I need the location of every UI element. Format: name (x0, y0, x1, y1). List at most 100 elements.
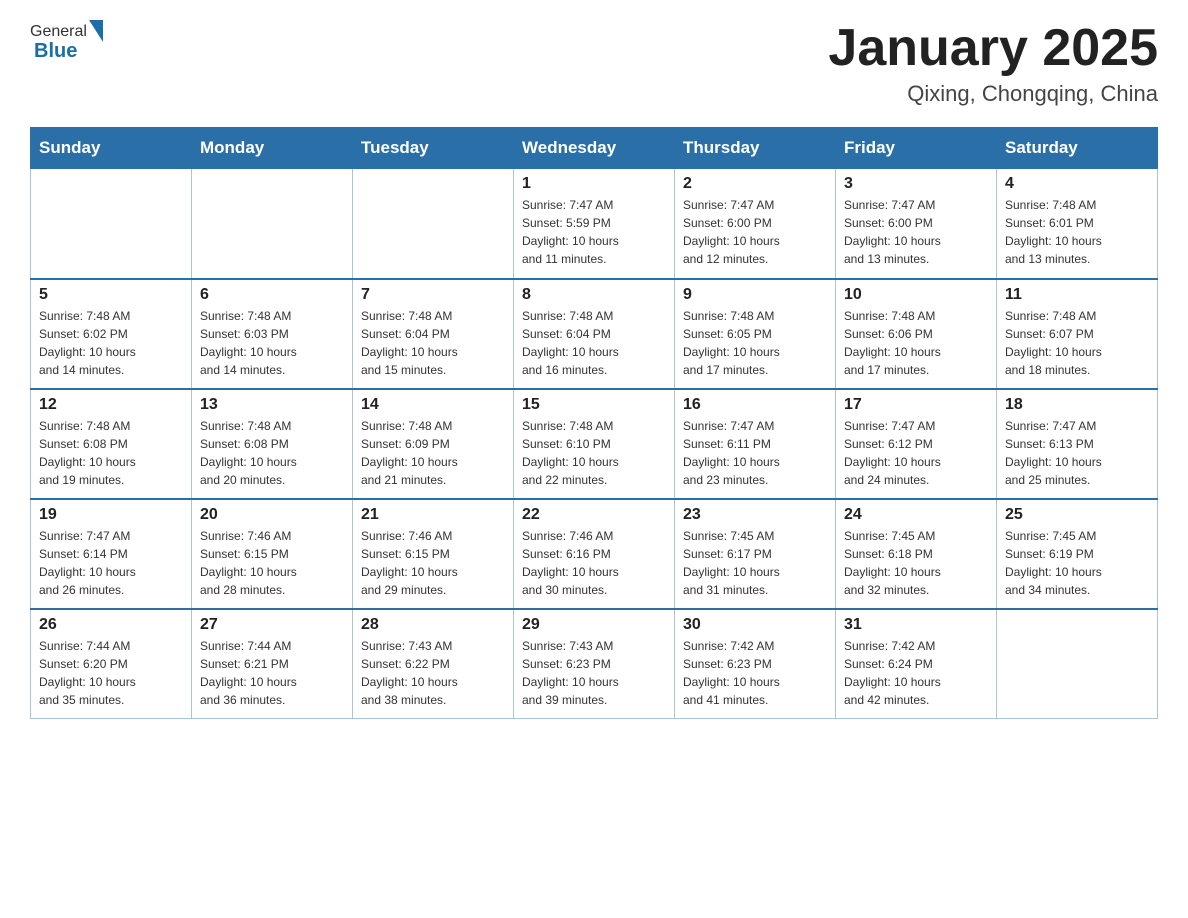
day-info: Sunrise: 7:45 AMSunset: 6:19 PMDaylight:… (1005, 527, 1149, 599)
day-info: Sunrise: 7:45 AMSunset: 6:17 PMDaylight:… (683, 527, 827, 599)
day-info: Sunrise: 7:48 AMSunset: 6:10 PMDaylight:… (522, 417, 666, 489)
day-number: 16 (683, 396, 827, 414)
calendar-cell (192, 169, 353, 279)
calendar-cell: 13 Sunrise: 7:48 AMSunset: 6:08 PMDayligh… (192, 389, 353, 499)
calendar-cell: 23 Sunrise: 7:45 AMSunset: 6:17 PMDayligh… (675, 499, 836, 609)
title-block: January 2025 Qixing, Chongqing, China (828, 20, 1158, 107)
day-number: 26 (39, 616, 183, 634)
calendar-cell (997, 609, 1158, 719)
day-of-week-header: Saturday (997, 128, 1158, 169)
day-number: 13 (200, 396, 344, 414)
day-number: 9 (683, 286, 827, 304)
day-info: Sunrise: 7:46 AMSunset: 6:16 PMDaylight:… (522, 527, 666, 599)
day-number: 25 (1005, 506, 1149, 524)
day-info: Sunrise: 7:48 AMSunset: 6:02 PMDaylight:… (39, 307, 183, 379)
calendar-cell: 9 Sunrise: 7:48 AMSunset: 6:05 PMDaylight… (675, 279, 836, 389)
calendar-cell: 26Sunrise: 7:44 AMSunset: 6:20 PMDayligh… (31, 609, 192, 719)
calendar-cell: 12Sunrise: 7:48 AMSunset: 6:08 PMDayligh… (31, 389, 192, 499)
day-info: Sunrise: 7:47 AMSunset: 6:00 PMDaylight:… (844, 196, 988, 268)
day-number: 3 (844, 175, 988, 193)
calendar-week-row: 12 Sunrise: 7:48 AMSunset: 6:08 PMDayligh… (31, 389, 1158, 499)
calendar-cell: 3 Sunrise: 7:47 AMSunset: 6:00 PMDaylight… (836, 169, 997, 279)
calendar-cell: 15 Sunrise: 7:48 AMSunset: 6:10 PMDayligh… (514, 389, 675, 499)
day-info: Sunrise: 7:48 AMSunset: 6:09 PMDaylight:… (361, 417, 505, 489)
day-number: 21 (361, 506, 505, 524)
calendar-table: SundayMondayTuesdayWednesdayThursdayFrid… (30, 127, 1158, 719)
day-info: Sunrise: 7:42 AMSunset: 6:23 PMDaylight:… (683, 637, 827, 709)
calendar-cell: 29 Sunrise: 7:43 AMSunset: 6:23 PMDayligh… (514, 609, 675, 719)
day-info: Sunrise: 7:43 AMSunset: 6:22 PMDaylight:… (361, 637, 505, 709)
day-info: Sunrise: 7:47 AMSunset: 6:13 PMDaylight:… (1005, 417, 1149, 489)
calendar-cell: 18 Sunrise: 7:47 AMSunset: 6:13 PMDayligh… (997, 389, 1158, 499)
day-of-week-header: Friday (836, 128, 997, 169)
day-info: Sunrise: 7:48 AMSunset: 6:08 PMDaylight:… (200, 417, 344, 489)
day-number: 8 (522, 286, 666, 304)
calendar-cell: 20 Sunrise: 7:46 AMSunset: 6:15 PMDayligh… (192, 499, 353, 609)
calendar-cell: 6 Sunrise: 7:48 AMSunset: 6:03 PMDaylight… (192, 279, 353, 389)
calendar-week-row: 1Sunrise: 7:47 AMSunset: 5:59 PMDaylight… (31, 169, 1158, 279)
calendar-cell: 4 Sunrise: 7:48 AMSunset: 6:01 PMDaylight… (997, 169, 1158, 279)
page-header: General Blue January 2025 Qixing, Chongq… (30, 20, 1158, 107)
day-of-week-header: Sunday (31, 128, 192, 169)
day-info: Sunrise: 7:47 AMSunset: 6:12 PMDaylight:… (844, 417, 988, 489)
calendar-cell: 21 Sunrise: 7:46 AMSunset: 6:15 PMDayligh… (353, 499, 514, 609)
day-number: 7 (361, 286, 505, 304)
day-of-week-header: Monday (192, 128, 353, 169)
calendar-cell: 28 Sunrise: 7:43 AMSunset: 6:22 PMDayligh… (353, 609, 514, 719)
day-number: 4 (1005, 175, 1149, 193)
day-number: 15 (522, 396, 666, 414)
day-of-week-header: Tuesday (353, 128, 514, 169)
day-info: Sunrise: 7:47 AMSunset: 6:14 PMDaylight:… (39, 527, 183, 599)
day-number: 22 (522, 506, 666, 524)
calendar-cell: 30 Sunrise: 7:42 AMSunset: 6:23 PMDayligh… (675, 609, 836, 719)
day-number: 2 (683, 175, 827, 193)
calendar-cell (31, 169, 192, 279)
day-info: Sunrise: 7:48 AMSunset: 6:05 PMDaylight:… (683, 307, 827, 379)
day-number: 11 (1005, 286, 1149, 304)
logo-blue-text: Blue (34, 40, 103, 63)
day-number: 19 (39, 506, 183, 524)
month-year-title: January 2025 (828, 20, 1158, 77)
day-number: 28 (361, 616, 505, 634)
calendar-cell: 14 Sunrise: 7:48 AMSunset: 6:09 PMDayligh… (353, 389, 514, 499)
logo-triangle-icon (89, 20, 103, 42)
calendar-cell: 19 Sunrise: 7:47 AMSunset: 6:14 PMDayligh… (31, 499, 192, 609)
logo-general-text: General (30, 23, 87, 41)
day-number: 23 (683, 506, 827, 524)
day-info: Sunrise: 7:46 AMSunset: 6:15 PMDaylight:… (361, 527, 505, 599)
day-number: 30 (683, 616, 827, 634)
day-info: Sunrise: 7:44 AMSunset: 6:21 PMDaylight:… (200, 637, 344, 709)
day-info: Sunrise: 7:48 AMSunset: 6:06 PMDaylight:… (844, 307, 988, 379)
day-info: Sunrise: 7:48 AMSunset: 6:04 PMDaylight:… (522, 307, 666, 379)
calendar-cell: 24Sunrise: 7:45 AMSunset: 6:18 PMDayligh… (836, 499, 997, 609)
day-number: 12 (39, 396, 183, 414)
day-number: 24 (844, 506, 988, 524)
day-number: 20 (200, 506, 344, 524)
day-number: 31 (844, 616, 988, 634)
location-subtitle: Qixing, Chongqing, China (828, 81, 1158, 107)
day-number: 6 (200, 286, 344, 304)
day-number: 10 (844, 286, 988, 304)
calendar-cell: 11 Sunrise: 7:48 AMSunset: 6:07 PMDayligh… (997, 279, 1158, 389)
day-info: Sunrise: 7:48 AMSunset: 6:03 PMDaylight:… (200, 307, 344, 379)
day-info: Sunrise: 7:46 AMSunset: 6:15 PMDaylight:… (200, 527, 344, 599)
day-info: Sunrise: 7:48 AMSunset: 6:01 PMDaylight:… (1005, 196, 1149, 268)
day-of-week-header: Wednesday (514, 128, 675, 169)
day-number: 18 (1005, 396, 1149, 414)
day-info: Sunrise: 7:48 AMSunset: 6:07 PMDaylight:… (1005, 307, 1149, 379)
day-info: Sunrise: 7:47 AMSunset: 6:00 PMDaylight:… (683, 196, 827, 268)
calendar-cell: 31 Sunrise: 7:42 AMSunset: 6:24 PMDayligh… (836, 609, 997, 719)
calendar-cell: 10 Sunrise: 7:48 AMSunset: 6:06 PMDayligh… (836, 279, 997, 389)
day-info: Sunrise: 7:47 AMSunset: 5:59 PMDaylight:… (522, 196, 666, 268)
day-number: 5 (39, 286, 183, 304)
calendar-cell (353, 169, 514, 279)
day-info: Sunrise: 7:43 AMSunset: 6:23 PMDaylight:… (522, 637, 666, 709)
calendar-cell: 1Sunrise: 7:47 AMSunset: 5:59 PMDaylight… (514, 169, 675, 279)
day-number: 14 (361, 396, 505, 414)
calendar-cell: 27Sunrise: 7:44 AMSunset: 6:21 PMDayligh… (192, 609, 353, 719)
day-info: Sunrise: 7:42 AMSunset: 6:24 PMDaylight:… (844, 637, 988, 709)
calendar-cell: 5 Sunrise: 7:48 AMSunset: 6:02 PMDaylight… (31, 279, 192, 389)
calendar-header-row: SundayMondayTuesdayWednesdayThursdayFrid… (31, 128, 1158, 169)
day-number: 29 (522, 616, 666, 634)
calendar-cell: 17Sunrise: 7:47 AMSunset: 6:12 PMDayligh… (836, 389, 997, 499)
